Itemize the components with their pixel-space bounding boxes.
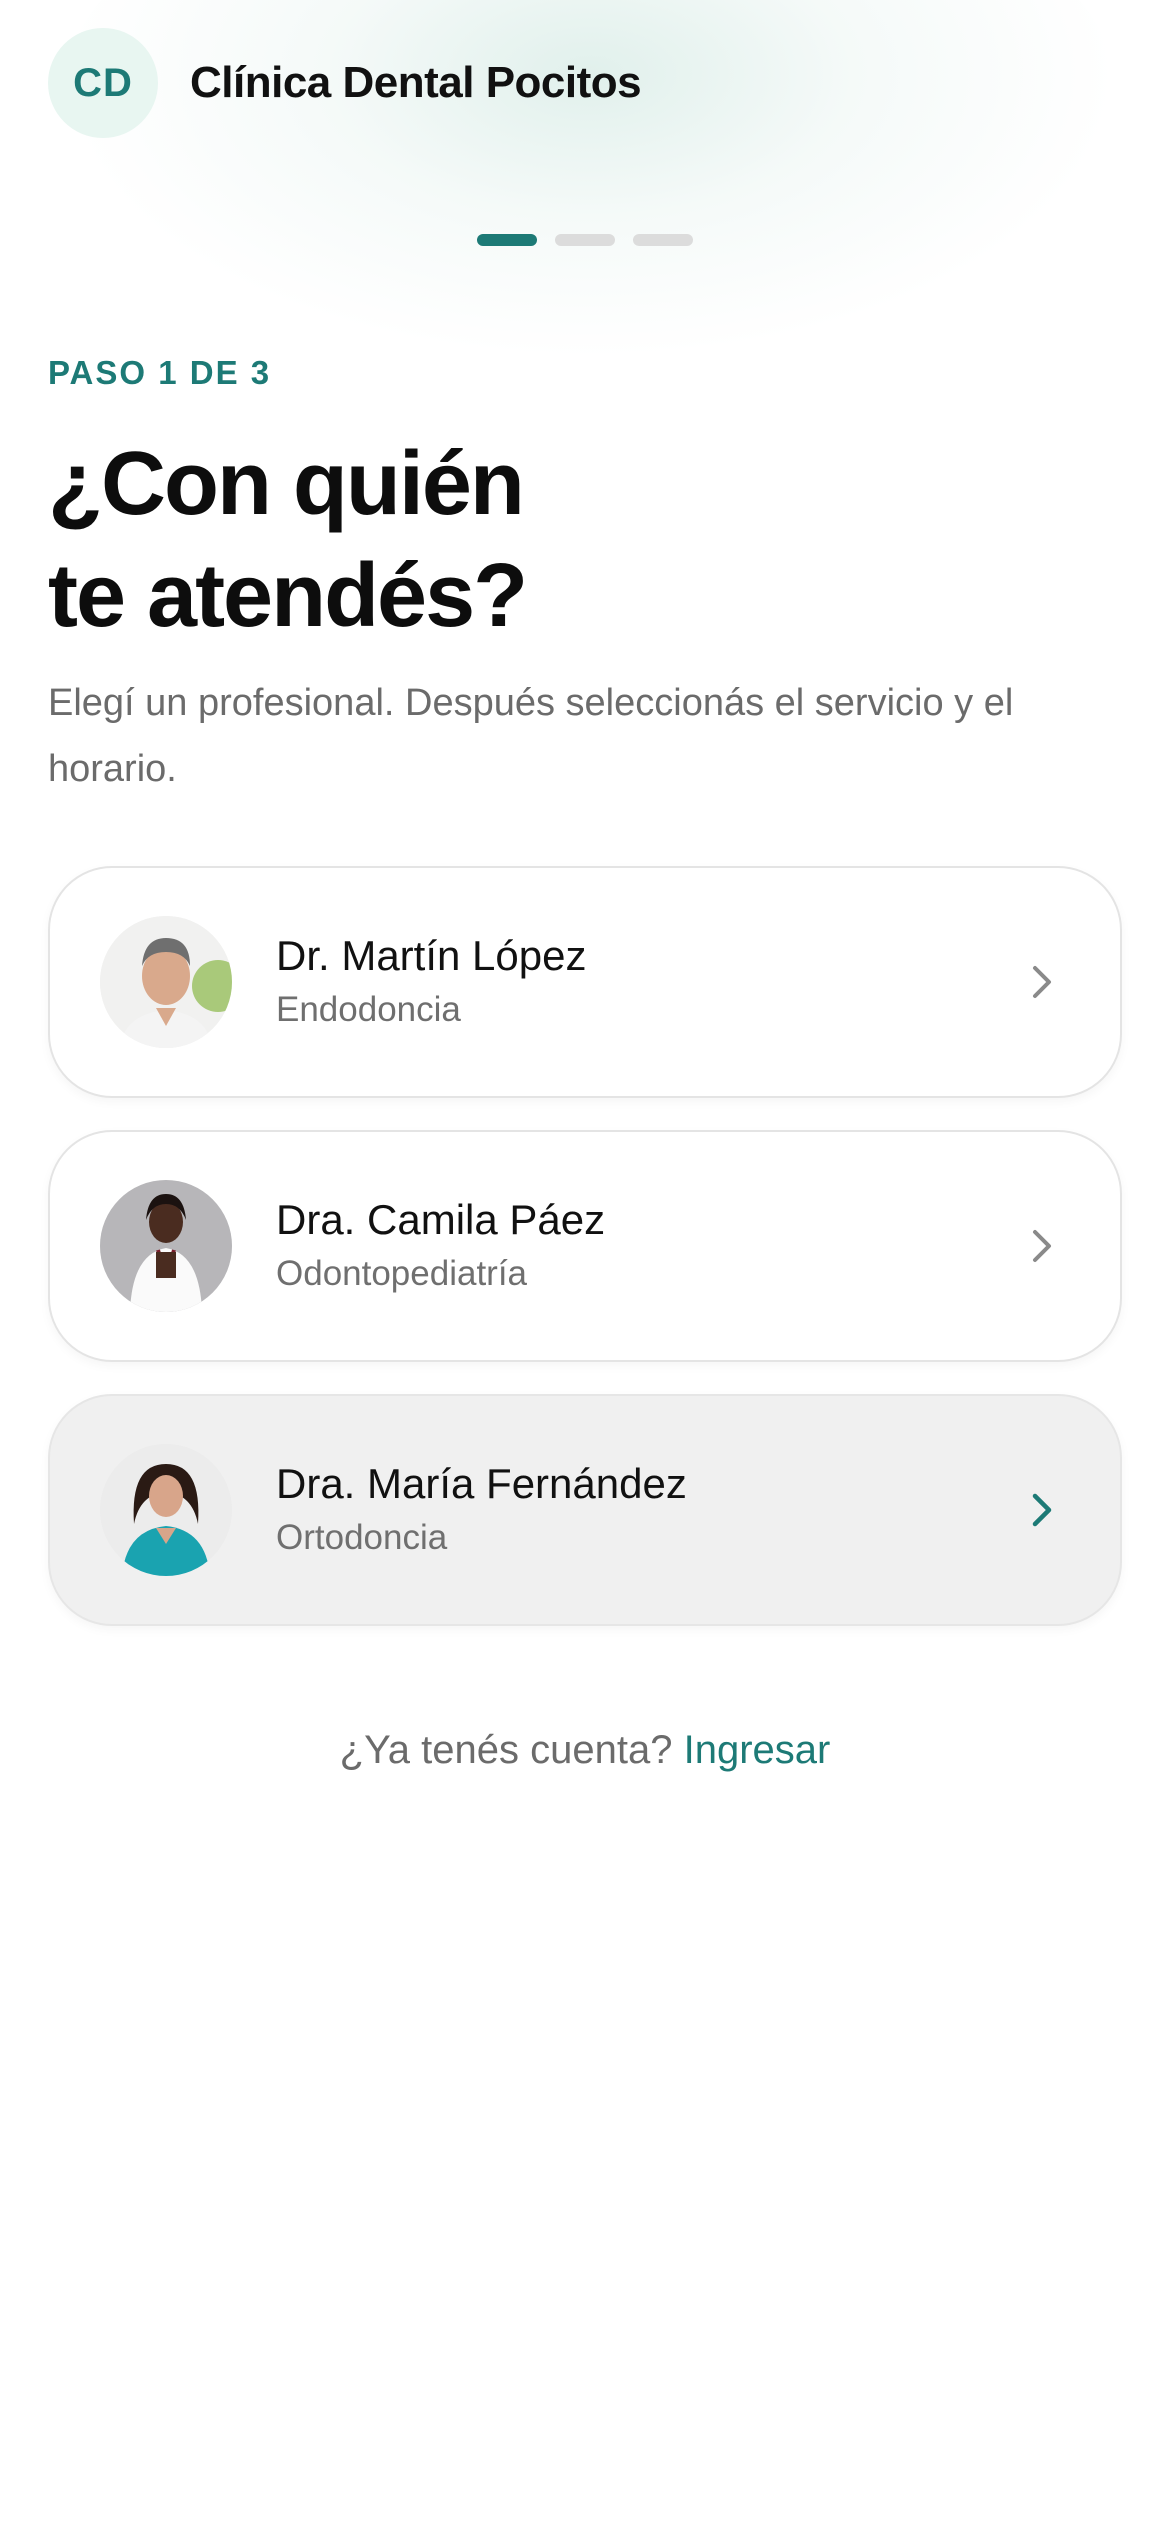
app-header: CD Clínica Dental Pocitos <box>48 28 642 138</box>
doctor-photo-icon <box>100 1180 232 1312</box>
doctor-avatar <box>100 916 232 1048</box>
doctor-photo-icon <box>100 916 232 1048</box>
clinic-name: Clínica Dental Pocitos <box>190 58 642 107</box>
doctor-specialty: Ortodoncia <box>276 1518 448 1557</box>
doctor-name: Dra. Camila Páez <box>276 1196 606 1243</box>
doctor-avatar <box>100 1444 232 1576</box>
step-progress-indicator <box>0 234 1170 246</box>
progress-step-3 <box>633 234 693 246</box>
login-prompt-text: ¿Ya tenés cuenta? <box>339 1728 673 1772</box>
progress-step-1 <box>477 234 537 246</box>
progress-step-2 <box>555 234 615 246</box>
doctor-name: Dra. María Fernández <box>276 1460 687 1507</box>
chevron-right-icon <box>1024 964 1060 1000</box>
professional-card-martin-lopez[interactable]: Dr. Martín López Endodoncia <box>48 866 1122 1098</box>
doctor-specialty: Endodoncia <box>276 990 461 1029</box>
booking-step-page: CD Clínica Dental Pocitos PASO 1 DE 3 ¿C… <box>0 0 1170 2532</box>
page-subtitle: Elegí un profesional. Después seleccioná… <box>48 682 1014 790</box>
page-title-line-1: ¿Con quién <box>48 434 525 534</box>
login-link[interactable]: Ingresar <box>684 1728 831 1772</box>
doctor-name: Dr. Martín López <box>276 932 587 979</box>
clinic-logo-initials: CD <box>73 60 133 105</box>
clinic-logo: CD <box>48 28 158 138</box>
page-title-line-2: te atendés? <box>48 546 528 646</box>
chevron-right-icon <box>1024 1228 1060 1264</box>
page-title: ¿Con quién te atendés? <box>48 428 948 652</box>
chevron-right-icon <box>1024 1492 1060 1528</box>
doctor-photo-icon <box>100 1444 232 1576</box>
doctor-avatar <box>100 1180 232 1312</box>
step-label: PASO 1 DE 3 <box>48 354 272 391</box>
professional-list: Dr. Martín López Endodoncia Dra. Camila … <box>48 866 1122 1658</box>
professional-card-camila-paez[interactable]: Dra. Camila Páez Odontopediatría <box>48 1130 1122 1362</box>
doctor-specialty: Odontopediatría <box>276 1254 528 1293</box>
login-prompt: ¿Ya tenés cuenta? Ingresar <box>0 1728 1170 1773</box>
professional-card-maria-fernandez[interactable]: Dra. María Fernández Ortodoncia <box>48 1394 1122 1626</box>
